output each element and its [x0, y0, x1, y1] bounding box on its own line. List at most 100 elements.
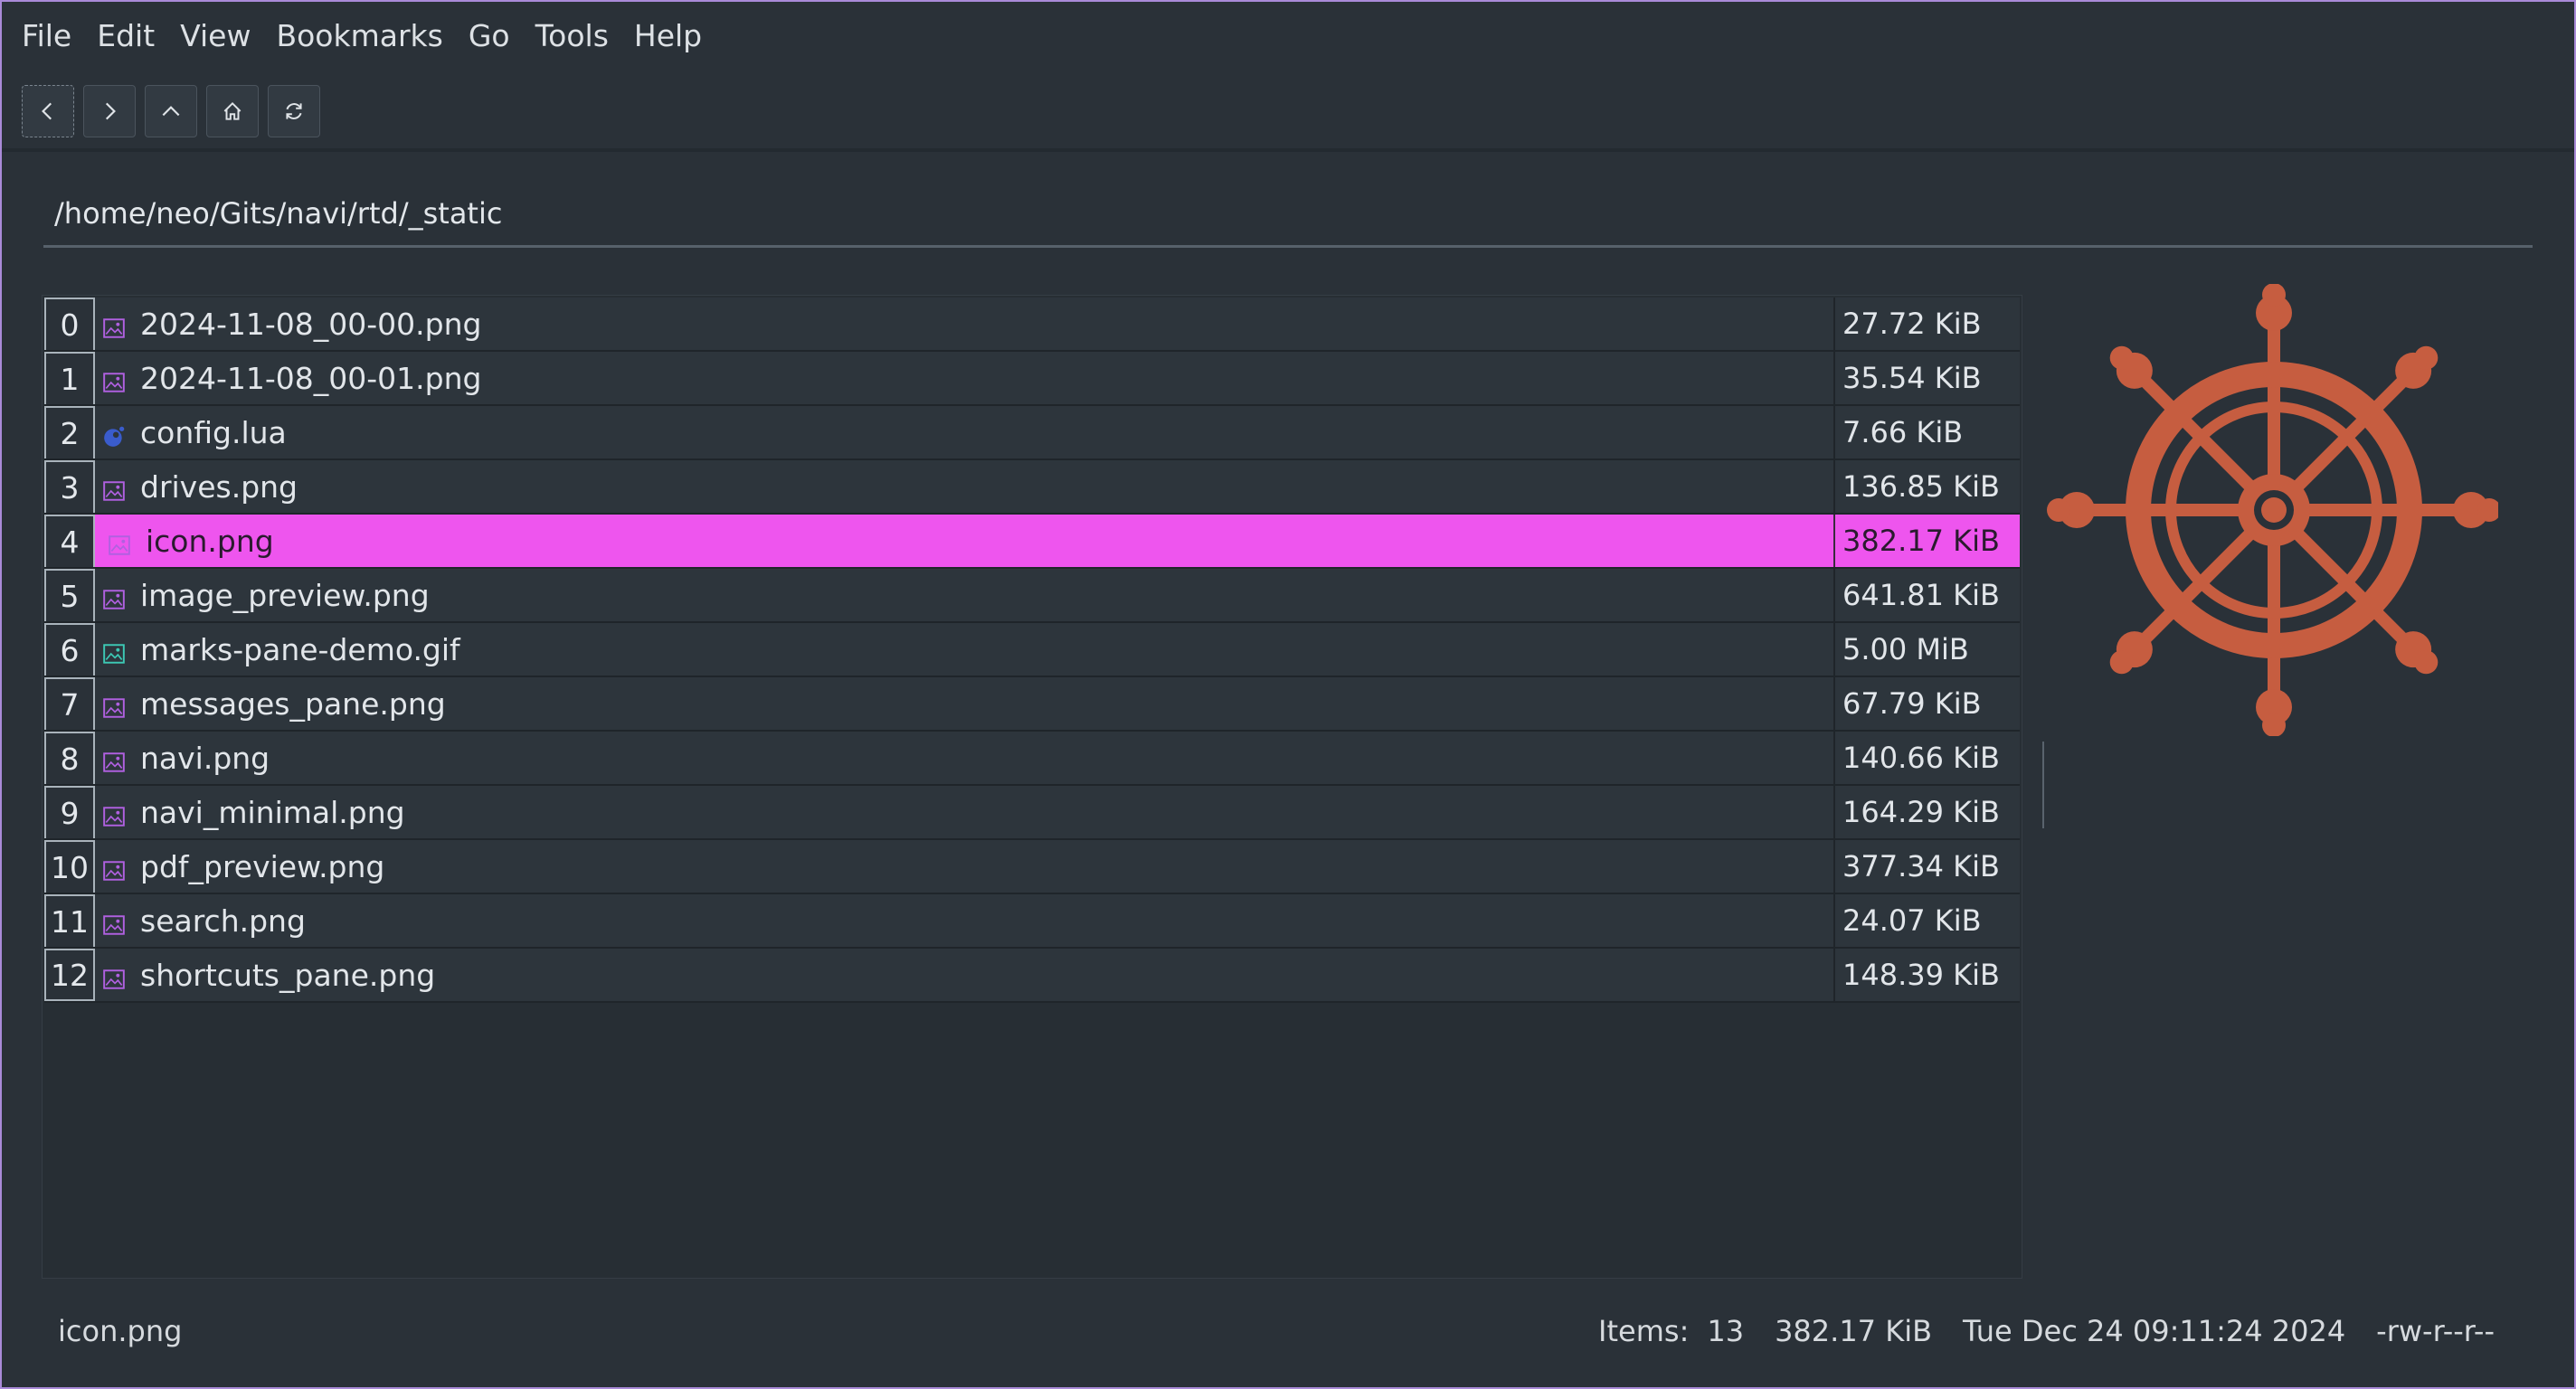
file-name: shortcuts_pane.png [140, 957, 436, 993]
image-icon [102, 746, 126, 772]
file-row[interactable]: 12 shortcuts_pane.png 148.39 KiB [44, 949, 2020, 1003]
file-name-cell: navi_minimal.png [95, 786, 1835, 838]
menubar: File Edit View Bookmarks Go Tools Help [2, 2, 2574, 71]
refresh-button[interactable] [268, 85, 320, 137]
file-name: pdf_preview.png [140, 848, 385, 884]
gif-icon [102, 638, 126, 664]
back-icon [42, 102, 52, 120]
file-name-cell: 2024-11-08_00-01.png [95, 352, 1835, 404]
file-size: 5.00 MiB [1842, 632, 1969, 666]
menu-go[interactable]: Go [459, 2, 526, 71]
status-permissions: -rw-r--r-- [2376, 1314, 2495, 1348]
file-name-cell: shortcuts_pane.png [95, 949, 1835, 1001]
file-row[interactable]: 11 search.png 24.07 KiB [44, 894, 2020, 949]
file-row[interactable]: 0 2024-11-08_00-00.png 27.72 KiB [44, 298, 2020, 352]
ship-wheel-icon [2047, 283, 2501, 737]
forward-icon [105, 102, 116, 120]
file-size: 7.66 KiB [1842, 415, 1964, 449]
file-name: drives.png [140, 468, 298, 505]
menu-bookmarks[interactable]: Bookmarks [267, 2, 459, 71]
up-icon [162, 106, 180, 117]
row-index: 11 [44, 894, 95, 947]
row-index: 9 [44, 786, 95, 838]
path-input[interactable] [43, 188, 2554, 239]
file-name: image_preview.png [140, 577, 430, 613]
file-size: 641.81 KiB [1842, 578, 2000, 612]
file-name: 2024-11-08_00-00.png [140, 306, 482, 342]
file-size: 377.34 KiB [1842, 849, 2000, 883]
pane-divider-handle[interactable] [2042, 742, 2044, 828]
menu-file[interactable]: File [13, 2, 88, 71]
file-row[interactable]: 4 icon.png 382.17 KiB [44, 515, 2020, 569]
status-bar: icon.png Items: 13 382.17 KiB Tue Dec 24… [2, 1295, 2574, 1367]
forward-button[interactable] [83, 85, 136, 137]
file-size: 164.29 KiB [1842, 795, 2000, 829]
file-row[interactable]: 6 marks-pane-demo.gif 5.00 MiB [44, 623, 2020, 677]
image-icon [102, 909, 126, 935]
image-icon [102, 366, 126, 392]
refresh-icon [286, 103, 302, 119]
file-row[interactable]: 5 image_preview.png 641.81 KiB [44, 569, 2020, 623]
row-index: 4 [44, 515, 95, 567]
file-manager-window: File Edit View Bookmarks Go Tools Help 0… [0, 0, 2576, 1389]
status-current-file: icon.png [58, 1314, 183, 1348]
menu-tools[interactable]: Tools [526, 2, 625, 71]
row-index: 7 [44, 677, 95, 730]
toolbar [22, 85, 320, 139]
row-index: 1 [44, 352, 95, 404]
status-info: Items: 13 382.17 KiB Tue Dec 24 09:11:24… [1598, 1314, 2495, 1348]
status-modified: Tue Dec 24 09:11:24 2024 [1963, 1314, 2346, 1348]
image-icon [102, 475, 126, 501]
file-list: 0 2024-11-08_00-00.png 27.72 KiB 1 2024-11-0… [44, 298, 2020, 1003]
file-name: messages_pane.png [140, 685, 446, 722]
up-button[interactable] [145, 85, 197, 137]
file-row[interactable]: 3 drives.png 136.85 KiB [44, 460, 2020, 515]
file-row[interactable]: 1 2024-11-08_00-01.png 35.54 KiB [44, 352, 2020, 406]
menu-view[interactable]: View [171, 2, 267, 71]
file-row[interactable]: 8 navi.png 140.66 KiB [44, 732, 2020, 786]
file-size: 27.72 KiB [1842, 307, 1982, 341]
file-size: 382.17 KiB [1842, 524, 2000, 558]
file-size: 148.39 KiB [1842, 958, 2000, 992]
file-size: 67.79 KiB [1842, 686, 1982, 721]
file-list-panel: 0 2024-11-08_00-00.png 27.72 KiB 1 2024-11-0… [42, 295, 2022, 1279]
file-name-cell: search.png [95, 894, 1835, 947]
file-name-cell: config.lua [95, 406, 1835, 458]
image-icon [102, 312, 126, 338]
row-index: 0 [44, 298, 95, 350]
row-index: 10 [44, 840, 95, 893]
home-icon [223, 101, 242, 120]
file-name: marks-pane-demo.gif [140, 631, 460, 667]
image-icon [102, 963, 126, 989]
menu-help[interactable]: Help [625, 2, 718, 71]
file-name-cell: navi.png [95, 732, 1835, 784]
row-index: 5 [44, 569, 95, 621]
image-icon [102, 800, 126, 827]
row-index: 12 [44, 949, 95, 1001]
file-row[interactable]: 10 pdf_preview.png 377.34 KiB [44, 840, 2020, 894]
home-button[interactable] [206, 85, 259, 137]
file-name: navi_minimal.png [140, 794, 405, 830]
status-items-count: 13 [1707, 1314, 1745, 1348]
menu-edit[interactable]: Edit [88, 2, 171, 71]
file-size: 24.07 KiB [1842, 903, 1982, 938]
file-row[interactable]: 9 navi_minimal.png 164.29 KiB [44, 786, 2020, 840]
lua-icon [102, 420, 126, 447]
status-items: Items: 13 [1598, 1314, 1744, 1348]
file-size: 136.85 KiB [1842, 469, 2000, 504]
file-size: 35.54 KiB [1842, 361, 1982, 395]
status-items-label: Items: [1598, 1314, 1690, 1348]
file-row[interactable]: 2 config.lua 7.66 KiB [44, 406, 2020, 460]
file-size: 140.66 KiB [1842, 741, 2000, 775]
back-button[interactable] [22, 85, 74, 137]
image-icon [102, 583, 126, 609]
toolbar-separator [2, 148, 2574, 152]
file-name: search.png [140, 902, 306, 939]
file-name-cell: icon.png [95, 515, 1835, 567]
image-icon [108, 529, 131, 555]
file-name-cell: marks-pane-demo.gif [95, 623, 1835, 676]
row-index: 3 [44, 460, 95, 513]
file-row[interactable]: 7 messages_pane.png 67.79 KiB [44, 677, 2020, 732]
file-name-cell: 2024-11-08_00-00.png [95, 298, 1835, 350]
status-size: 382.17 KiB [1775, 1314, 1933, 1348]
